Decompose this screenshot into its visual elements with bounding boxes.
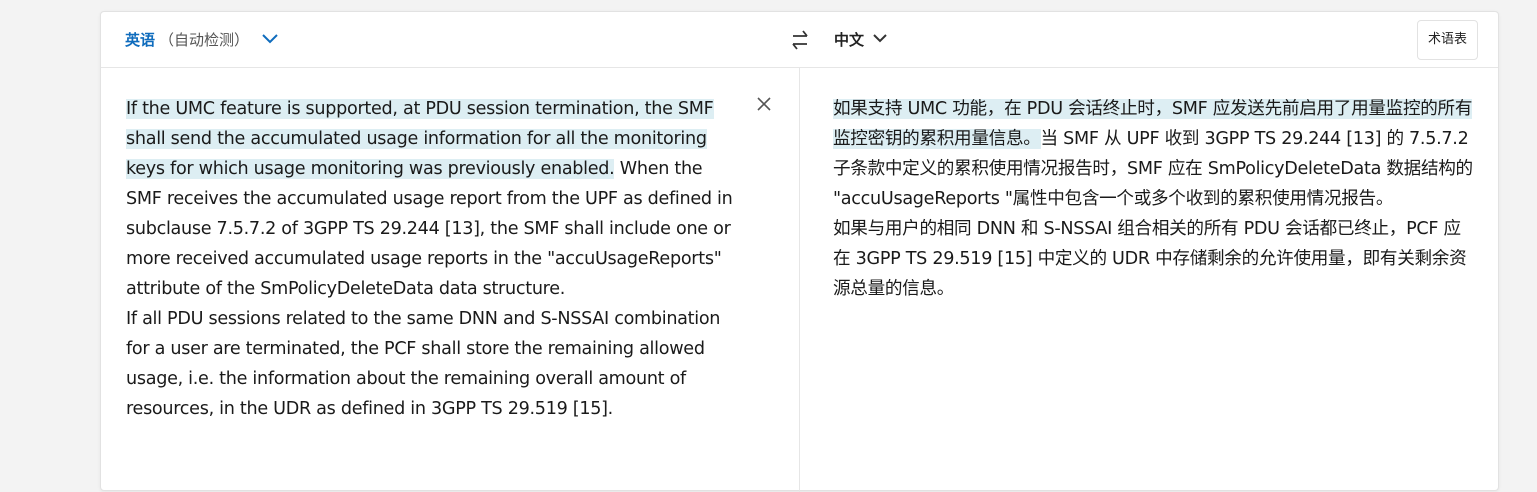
source-text-area[interactable]: If the UMC feature is supported, at PDU … <box>126 94 736 424</box>
chevron-down-icon <box>261 30 279 49</box>
auto-detect-label: （自动检测） <box>159 31 250 49</box>
source-paragraph-2: If all PDU sessions related to the same … <box>126 309 721 419</box>
target-paragraph-1: 如果支持 UMC 功能，在 PDU 会话终止时，SMF 应发送先前启用了用量监控… <box>833 94 1473 214</box>
target-language-label: 中文 <box>834 31 865 49</box>
chevron-down-icon <box>872 30 888 49</box>
source-language-label: 英语 <box>125 31 156 49</box>
source-paragraph-1: If the UMC feature is supported, at PDU … <box>126 94 736 304</box>
source-language-selector[interactable]: 英语 （自动检测） <box>125 29 279 50</box>
language-bar: 英语 （自动检测） 中文 术语表 <box>101 12 1498 68</box>
translator-card: 英语 （自动检测） 中文 术语表 If the UMC feature is s… <box>100 11 1499 492</box>
target-paragraph-2: 如果与用户的相同 DNN 和 S-NSSAI 组合相关的所有 PDU 会话都已终… <box>833 219 1467 299</box>
close-icon[interactable] <box>756 96 772 116</box>
target-language-selector[interactable]: 中文 <box>834 29 888 50</box>
source-text: When the SMF receives the accumulated us… <box>126 159 733 299</box>
translation-output: 如果支持 UMC 功能，在 PDU 会话终止时，SMF 应发送先前启用了用量监控… <box>833 94 1473 304</box>
panel-divider <box>799 68 800 492</box>
glossary-button[interactable]: 术语表 <box>1416 20 1478 60</box>
swap-icon[interactable] <box>789 28 811 56</box>
